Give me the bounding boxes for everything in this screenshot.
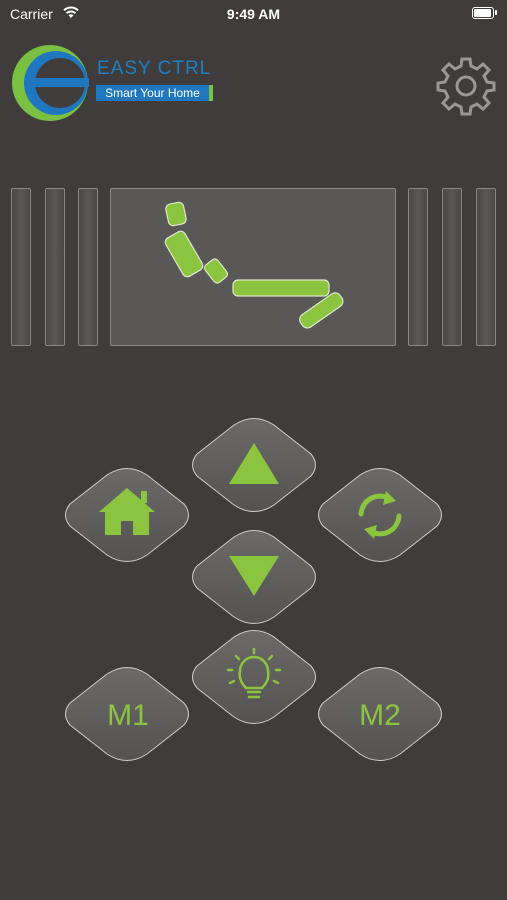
up-button[interactable] — [192, 418, 316, 512]
memory-1-button[interactable]: M1 — [65, 667, 189, 761]
slider-left-1[interactable] — [11, 188, 31, 346]
slider-right-3[interactable] — [476, 188, 496, 346]
e-logo-icon — [12, 45, 89, 121]
slider-left-3[interactable] — [78, 188, 98, 346]
refresh-button[interactable] — [318, 468, 442, 562]
app-logo — [10, 40, 220, 125]
brand-tagline: Smart Your Home — [96, 85, 213, 101]
m2-label: M2 — [359, 699, 401, 732]
light-button[interactable] — [192, 630, 316, 724]
brand-name: EASY CTRL — [97, 58, 212, 79]
slider-right-2[interactable] — [442, 188, 462, 346]
adjustable-bed-icon — [164, 201, 344, 329]
home-button[interactable] — [65, 468, 189, 562]
status-bar: Carrier 9:49 AM — [0, 0, 507, 28]
slider-right-1[interactable] — [408, 188, 428, 346]
bed-position-panel — [110, 188, 396, 346]
gear-icon — [436, 57, 496, 116]
slider-left-2[interactable] — [45, 188, 65, 346]
down-button[interactable] — [192, 530, 316, 624]
memory-2-button[interactable]: M2 — [318, 667, 442, 761]
battery-icon — [472, 7, 497, 19]
settings-button[interactable] — [435, 56, 497, 116]
control-pad: M1 M2 — [65, 418, 442, 761]
m1-label: M1 — [107, 699, 149, 732]
clock: 9:49 AM — [226, 6, 281, 22]
